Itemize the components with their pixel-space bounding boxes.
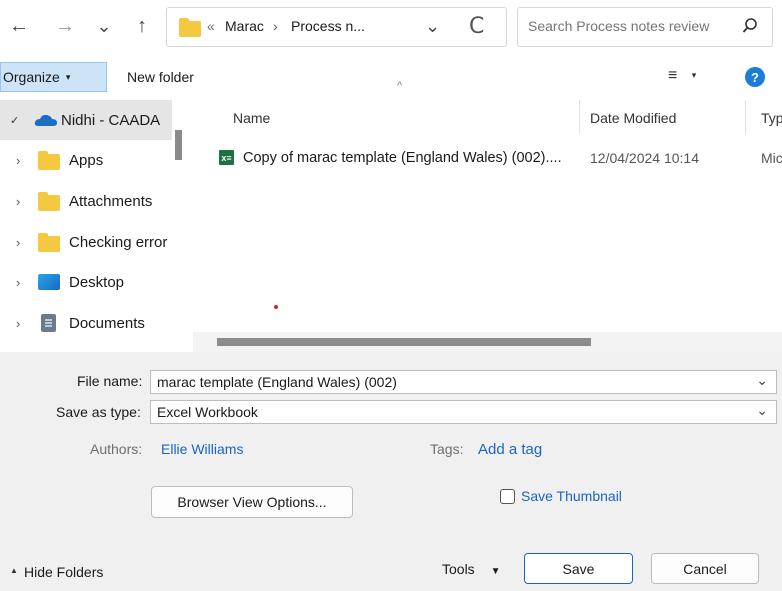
tree-item-checking-error[interactable]: › Checking error xyxy=(0,222,172,262)
file-name-value: marac template (England Wales) (002) xyxy=(157,374,397,390)
save-as-type-label: Save as type: xyxy=(56,404,141,420)
tree-item-attachments[interactable]: › Attachments xyxy=(0,181,172,221)
tree-item-label: Documents xyxy=(69,314,145,332)
organize-button[interactable]: Organize ▾ xyxy=(0,62,107,92)
folder-icon xyxy=(38,192,60,211)
sort-ascending-icon: ^ xyxy=(397,80,403,92)
tools-button[interactable]: Tools ▼ xyxy=(442,561,500,577)
chevron-right-icon[interactable]: › xyxy=(16,153,28,168)
search-input[interactable] xyxy=(526,17,730,35)
column-header-type[interactable]: Typ xyxy=(761,110,782,126)
back-button[interactable]: ← xyxy=(4,8,34,44)
save-as-type-value: Excel Workbook xyxy=(157,404,258,420)
caret-down-icon: ▾ xyxy=(691,70,697,81)
onedrive-cloud-icon xyxy=(34,113,58,130)
tree-item-label: Apps xyxy=(69,151,104,169)
tree-item-desktop[interactable]: › Desktop xyxy=(0,262,172,302)
command-bar: Organize ▾ New folder ≡ ▾ ? xyxy=(0,54,782,100)
folder-icon xyxy=(179,18,201,37)
browser-view-options-label: Browser View Options... xyxy=(177,494,327,510)
file-name-field[interactable]: marac template (England Wales) (002) ⌄ xyxy=(150,370,777,394)
column-divider[interactable] xyxy=(579,100,580,134)
save-label: Save xyxy=(562,560,595,577)
caret-down-icon: ▾ xyxy=(65,71,71,82)
documents-icon xyxy=(41,314,56,332)
save-thumbnail-checkbox[interactable] xyxy=(500,489,515,504)
arrow-right-icon: → xyxy=(55,14,75,37)
tags-label: Tags: xyxy=(430,441,464,457)
arrow-left-icon: ← xyxy=(9,14,29,37)
chevron-right-icon[interactable]: › xyxy=(16,235,28,250)
nav-scrollbar-thumb[interactable] xyxy=(175,130,182,160)
cursor-dot xyxy=(274,305,278,309)
authors-value[interactable]: Ellie Williams xyxy=(161,441,243,457)
excel-file-icon: x≡ xyxy=(219,150,234,165)
caret-down-icon: ▼ xyxy=(490,566,501,577)
dialog-footer: ▲ Hide Folders Tools ▼ Save Cancel xyxy=(0,539,782,591)
address-bar[interactable]: « Marac › Process n... ⌄ C xyxy=(166,7,507,47)
folder-icon xyxy=(38,151,60,170)
browser-view-options-button[interactable]: Browser View Options... xyxy=(151,486,353,518)
new-folder-button[interactable]: New folder xyxy=(127,69,194,85)
tags-input[interactable]: Add a tag xyxy=(478,441,542,458)
chevron-down-icon: ⌄ xyxy=(96,15,112,36)
tree-item-label: Desktop xyxy=(69,273,125,291)
view-options-button[interactable]: ≡ ▾ xyxy=(668,67,696,85)
breadcrumb-overflow[interactable]: « xyxy=(207,18,215,34)
address-dropdown-icon[interactable]: ⌄ xyxy=(425,16,440,37)
cancel-button[interactable]: Cancel xyxy=(651,553,759,584)
chevron-expanded-icon[interactable]: ✓ xyxy=(10,114,19,127)
chevron-right-icon[interactable]: › xyxy=(16,316,28,331)
save-thumbnail-label[interactable]: Save Thumbnail xyxy=(521,488,622,504)
file-name: Copy of marac template (England Wales) (… xyxy=(243,150,562,166)
save-button[interactable]: Save xyxy=(524,553,633,584)
new-folder-label: New folder xyxy=(127,69,194,85)
scrollbar-thumb[interactable] xyxy=(217,338,591,346)
file-date: 12/04/2024 10:14 xyxy=(590,150,699,166)
column-header-name[interactable]: Name xyxy=(233,110,270,126)
desktop-icon xyxy=(38,274,60,290)
search-box[interactable] xyxy=(517,7,773,47)
tree-item-nidhi-caada[interactable]: ✓ Nidhi - CAADA xyxy=(0,100,172,140)
file-list: ^ Name Date Modified Typ x≡ Copy of mara… xyxy=(193,80,782,352)
save-as-type-select[interactable]: Excel Workbook ⌄ xyxy=(150,400,777,424)
hide-folders-button[interactable]: Hide Folders xyxy=(24,564,103,580)
file-row[interactable]: x≡ Copy of marac template (England Wales… xyxy=(193,146,782,172)
help-icon[interactable]: ? xyxy=(745,67,765,87)
tree-item-label: Nidhi - CAADA xyxy=(61,111,161,129)
forward-button[interactable]: → xyxy=(50,8,80,44)
navigation-pane: ✓ Nidhi - CAADA › Apps › Attachments › C… xyxy=(0,100,186,352)
file-name-label: File name: xyxy=(77,373,143,389)
chevron-down-icon[interactable]: ⌄ xyxy=(756,372,768,389)
caret-up-icon[interactable]: ▲ xyxy=(10,566,18,575)
up-button[interactable]: ↑ xyxy=(127,8,157,44)
recent-locations-button[interactable]: ⌄ xyxy=(89,8,119,44)
breadcrumb-process-notes[interactable]: Process n... xyxy=(291,18,365,34)
chevron-down-icon[interactable]: ⌄ xyxy=(756,402,768,419)
tree-item-label: Checking error xyxy=(69,233,168,251)
tree-item-documents[interactable]: › Documents xyxy=(0,303,172,343)
tree-item-label: Attachments xyxy=(69,192,153,210)
cancel-label: Cancel xyxy=(683,560,727,577)
save-options-panel: File name: marac template (England Wales… xyxy=(0,352,782,591)
list-view-icon: ≡ xyxy=(668,67,678,84)
file-type: Mic xyxy=(761,150,782,166)
authors-label: Authors: xyxy=(90,441,143,457)
column-header-date-modified[interactable]: Date Modified xyxy=(590,110,676,126)
organize-label: Organize xyxy=(3,69,60,85)
folder-icon xyxy=(38,233,60,252)
tree-item-apps[interactable]: › Apps xyxy=(0,140,172,180)
horizontal-scrollbar[interactable] xyxy=(193,332,782,352)
breadcrumb-marac[interactable]: Marac xyxy=(225,18,264,34)
chevron-right-icon[interactable]: › xyxy=(16,194,28,209)
tools-label: Tools xyxy=(442,561,475,577)
refresh-icon[interactable]: C xyxy=(469,14,484,39)
breadcrumb-separator: › xyxy=(273,18,278,34)
chevron-right-icon[interactable]: › xyxy=(16,275,28,290)
search-icon[interactable] xyxy=(742,17,758,38)
arrow-up-icon: ↑ xyxy=(137,14,147,37)
column-divider[interactable] xyxy=(745,100,746,134)
